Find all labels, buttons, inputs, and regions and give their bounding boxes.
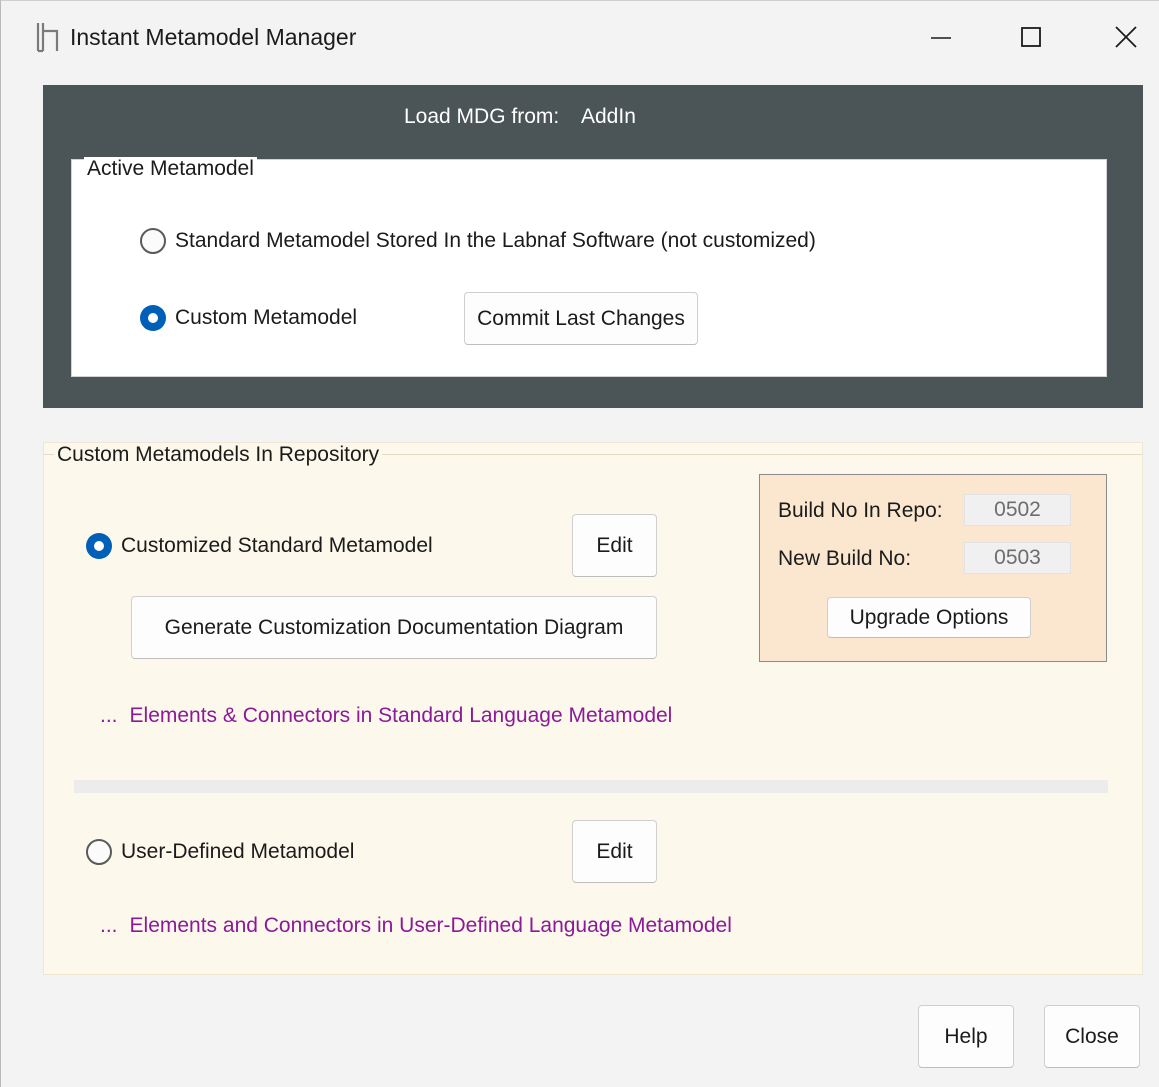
maximize-button[interactable] <box>996 11 1066 63</box>
link-ellipsis: ... <box>100 704 118 727</box>
close-window-button[interactable] <box>1091 11 1159 63</box>
radio-button-unchecked[interactable] <box>140 228 166 254</box>
radio-user-defined[interactable]: User-Defined Metamodel <box>86 839 354 865</box>
link-ellipsis: ... <box>100 914 118 937</box>
radio-customized-standard[interactable]: Customized Standard Metamodel <box>86 533 433 559</box>
standard-elements-link-label: Elements & Connectors in Standard Langua… <box>129 704 673 727</box>
radio-custom-metamodel[interactable]: Custom Metamodel <box>140 305 357 331</box>
new-build-field: 0503 <box>964 542 1071 574</box>
new-build-label: New Build No: <box>778 547 912 570</box>
radio-standard-label: Standard Metamodel Stored In the Labnaf … <box>175 229 816 252</box>
radio-button-checked[interactable] <box>86 533 112 559</box>
section-separator <box>74 780 1108 793</box>
window-title: Instant Metamodel Manager <box>70 24 357 50</box>
user-defined-elements-link-label: Elements and Connectors in User-Defined … <box>129 914 732 937</box>
load-mdg-value: AddIn <box>581 105 636 128</box>
generate-documentation-button[interactable]: Generate Customization Documentation Dia… <box>131 596 657 659</box>
custom-metamodels-legend: Custom Metamodels In Repository <box>54 443 383 467</box>
edit-user-defined-button[interactable]: Edit <box>572 820 657 883</box>
maximize-icon <box>1021 27 1041 47</box>
radio-standard-metamodel[interactable]: Standard Metamodel Stored In the Labnaf … <box>140 228 816 254</box>
radio-custom-label: Custom Metamodel <box>175 306 358 329</box>
close-icon <box>1115 26 1137 48</box>
custom-metamodels-panel: Custom Metamodels In Repository Customiz… <box>43 442 1143 975</box>
customized-standard-label: Customized Standard Metamodel <box>121 534 433 557</box>
radio-button-checked[interactable] <box>140 305 166 331</box>
user-defined-elements-link[interactable]: ... Elements and Connectors in User-Defin… <box>100 914 732 938</box>
close-button[interactable]: Close <box>1044 1005 1140 1068</box>
minimize-button[interactable] <box>906 11 976 63</box>
active-metamodel-legend: Active Metamodel <box>84 157 257 181</box>
active-metamodel-group: Active Metamodel Standard Metamodel Stor… <box>71 157 1107 377</box>
radio-button-unchecked[interactable] <box>86 839 112 865</box>
help-button[interactable]: Help <box>918 1005 1014 1068</box>
build-in-repo-label: Build No In Repo: <box>778 499 943 522</box>
labnaf-logo-icon <box>35 21 61 53</box>
commit-last-changes-button[interactable]: Commit Last Changes <box>464 292 698 345</box>
minimize-icon <box>931 37 951 39</box>
load-mdg-label: Load MDG from: <box>404 105 560 128</box>
upgrade-options-button[interactable]: Upgrade Options <box>827 597 1031 638</box>
load-mdg-panel: Load MDG from: AddIn Active Metamodel St… <box>43 85 1143 408</box>
dialog-window: Instant Metamodel Manager Load MDG from:… <box>0 0 1159 1087</box>
title-bar[interactable]: Instant Metamodel Manager <box>1 1 1159 73</box>
user-defined-label: User-Defined Metamodel <box>121 840 355 863</box>
build-info-panel: Build No In Repo: 0502 New Build No: 050… <box>759 474 1107 662</box>
edit-customized-button[interactable]: Edit <box>572 514 657 577</box>
standard-elements-link[interactable]: ... Elements & Connectors in Standard Lan… <box>100 704 672 728</box>
build-in-repo-field: 0502 <box>964 494 1071 526</box>
